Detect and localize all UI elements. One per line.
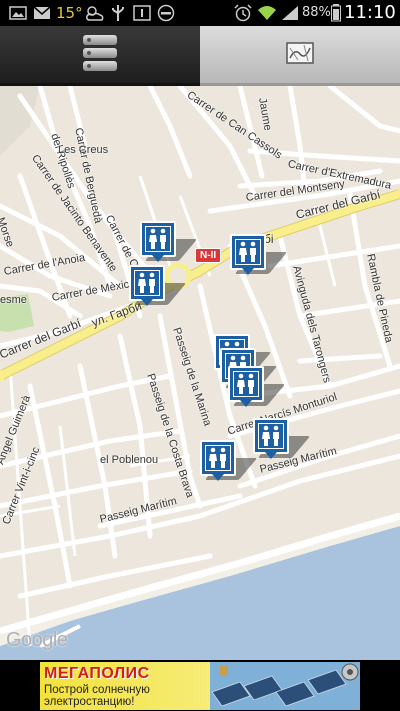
weather-temperature: 15° xyxy=(56,4,83,22)
ad-area: МЕГАПОЛИС Построй солнечную электростанц… xyxy=(0,660,400,711)
do-not-disturb-icon xyxy=(156,4,176,22)
mail-icon xyxy=(32,4,52,22)
restroom-icon xyxy=(209,447,226,468)
signal-icon xyxy=(280,4,300,22)
tab-list[interactable] xyxy=(0,26,200,86)
solar-panels-illustration xyxy=(210,662,360,710)
restroom-marker[interactable] xyxy=(253,418,311,459)
ad-title: МЕГАПОЛИС xyxy=(44,665,150,682)
road-shield: N-II xyxy=(195,248,222,263)
restroom-marker[interactable] xyxy=(200,440,258,481)
street-label: Les Creus xyxy=(58,144,109,156)
usb-icon xyxy=(108,4,128,22)
map-icon xyxy=(286,41,314,68)
restroom-marker[interactable] xyxy=(230,234,288,275)
clock: 11:10 xyxy=(344,2,396,23)
alarm-icon xyxy=(232,4,254,22)
restroom-icon xyxy=(239,241,256,262)
wifi-icon xyxy=(256,4,278,22)
street-label: el Poblenou xyxy=(100,454,159,466)
weather-cloud-icon xyxy=(84,4,106,22)
restroom-icon xyxy=(262,425,279,446)
restroom-icon xyxy=(149,228,166,249)
restroom-icon xyxy=(237,373,254,394)
ad-banner[interactable]: МЕГАПОЛИС Построй солнечную электростанц… xyxy=(40,662,360,710)
restroom-marker[interactable] xyxy=(228,366,286,407)
restroom-icon xyxy=(138,272,155,293)
battery-icon xyxy=(330,4,342,22)
battery-percent: 88% xyxy=(302,5,331,20)
google-logo: Google xyxy=(6,629,68,651)
notification-box-icon xyxy=(132,4,152,22)
ad-text: Построй солнечную электростанцию! xyxy=(44,684,150,708)
status-bar: 15° 88% 11:10 xyxy=(0,0,400,26)
tab-bar xyxy=(0,26,400,86)
map-view[interactable]: N-II Carrer de Berguedà del Ripollès Les… xyxy=(0,86,400,660)
list-icon xyxy=(81,33,119,77)
restroom-marker[interactable] xyxy=(140,221,198,262)
restroom-marker[interactable] xyxy=(129,265,187,306)
street-label: esme xyxy=(0,294,27,306)
tab-map[interactable] xyxy=(200,26,400,86)
image-notification-icon xyxy=(8,4,28,22)
